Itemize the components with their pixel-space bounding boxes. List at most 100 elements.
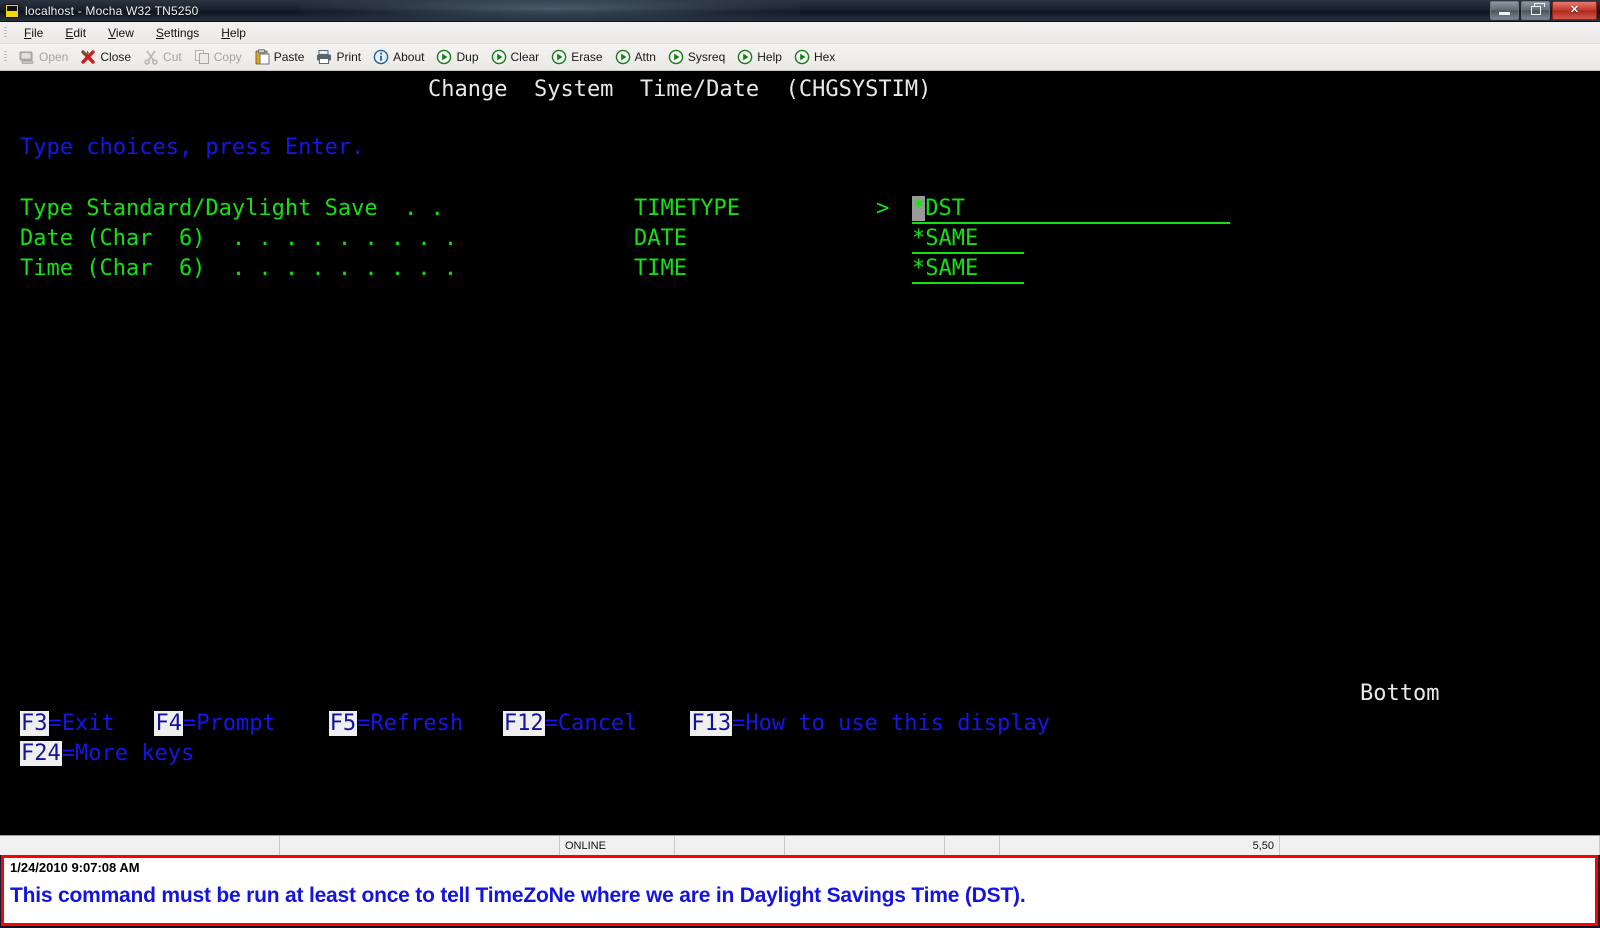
status-cell-4 [785,836,945,855]
menu-item-view[interactable]: View [97,24,145,42]
info-icon [373,49,389,65]
status-cell-3 [675,836,785,855]
input-field-timetype[interactable]: *DST [912,194,1230,224]
toolbar-button-print[interactable]: Print [310,47,367,67]
function-key-f4[interactable]: F4 [154,711,183,736]
function-key-f13[interactable]: F13 [690,711,732,736]
status-connection: ONLINE [560,836,675,855]
screen-title: Change System Time/Date (CHGSYSTIM) [428,75,931,105]
toolbar-button-cut: Cut [137,47,188,67]
field-prompt-date: Date (Char 6) . . . . . . . . . [20,224,457,254]
toolbar-button-sysreq[interactable]: Sysreq [662,47,731,67]
menu-item-help[interactable]: Help [210,24,257,42]
function-key-f5[interactable]: F5 [329,711,358,736]
window-controls: ✕ [1490,1,1597,20]
annotation-callout: 1/24/2010 9:07:08 AM This command must b… [1,855,1598,926]
menu-label-edit: dit [73,26,86,40]
toolbar-button-about[interactable]: About [367,47,430,67]
toolbar-button-label: Cut [163,50,182,64]
toolbar-button-label: About [393,50,424,64]
toolbar-button-label: Paste [274,50,305,64]
annotation-message: This command must be run at least once t… [10,884,1025,908]
minimize-button[interactable] [1490,1,1519,20]
fkey-spacer [463,711,503,736]
fkey-spacer [115,711,155,736]
computer-icon [19,49,35,65]
menu-label-file: ile [31,26,43,40]
toolbar-button-attn[interactable]: Attn [609,47,662,67]
menu-label-help: elp [230,26,246,40]
menu-label-settings: ettings [164,26,199,40]
field-marker-timetype: > [876,194,889,224]
toolbar: Open Close Cut Copy Paste Print About Dup Clear E… [0,44,1600,71]
toolbar-button-hex[interactable]: Hex [788,47,841,67]
toolbar-button-label: Clear [511,50,540,64]
terminal-icon [5,4,19,18]
play-icon [491,49,507,65]
close-x-icon [80,49,96,65]
application-window: localhost - Mocha W32 TN5250 ✕ File Edit… [0,0,1600,928]
terminal-screen[interactable]: Change System Time/Date (CHGSYSTIM) Type… [0,71,1600,835]
menu-label-view: iew [116,26,134,40]
function-key-label-f12: =Cancel [545,711,638,736]
play-icon [436,49,452,65]
status-cursor-position: 5,50 [1000,836,1280,855]
field-prompt-timetype: Type Standard/Daylight Save . . [20,194,444,224]
function-key-f12[interactable]: F12 [503,711,545,736]
toolbar-button-paste[interactable]: Paste [248,47,311,67]
status-cell-0 [0,836,280,855]
toolbar-button-dup[interactable]: Dup [430,47,484,67]
function-keys-row-2: F24=More keys [20,739,194,769]
field-prompt-time: Time (Char 6) . . . . . . . . . [20,254,457,284]
scissors-icon [143,49,159,65]
function-key-label-f5: =Refresh [357,711,463,736]
function-key-f3[interactable]: F3 [20,711,49,736]
close-button[interactable]: ✕ [1552,1,1597,20]
function-key-f24[interactable]: F24 [20,741,62,766]
menu-drag-handle[interactable] [2,25,10,41]
more-indicator: Bottom [1360,679,1439,709]
menu-item-settings[interactable]: Settings [145,24,210,42]
toolbar-button-label: Open [39,50,68,64]
menu-item-edit[interactable]: Edit [54,24,97,42]
window-title: localhost - Mocha W32 TN5250 [25,4,198,18]
restore-button[interactable] [1521,1,1550,20]
menu-bar: File Edit View Settings Help [0,22,1600,44]
title-bar: localhost - Mocha W32 TN5250 ✕ [0,0,1600,22]
play-icon [668,49,684,65]
fkey-spacer [637,711,690,736]
toolbar-button-label: Copy [214,50,242,64]
text-cursor: * [912,196,925,221]
play-icon [551,49,567,65]
status-cell-1 [280,836,560,855]
toolbar-button-erase[interactable]: Erase [545,47,608,67]
printer-icon [316,49,332,65]
annotation-timestamp: 1/24/2010 9:07:08 AM [10,860,140,875]
function-key-label-f4: =Prompt [183,711,276,736]
input-field-time[interactable]: *SAME [912,254,1024,284]
title-bar-glow [300,0,800,22]
function-key-label-f13: =How to use this display [732,711,1050,736]
status-bar: ONLINE 5,50 [0,835,1600,855]
field-keyword-time: TIME [634,254,687,284]
status-cell-5 [945,836,1000,855]
instruction-text: Type choices, press Enter. [20,133,364,163]
toolbar-button-clear[interactable]: Clear [485,47,546,67]
toolbar-button-label: Dup [456,50,478,64]
copy-icon [194,49,210,65]
function-key-label-f24: =More keys [62,741,194,766]
menu-item-file[interactable]: File [13,24,54,42]
status-cell-7 [1280,836,1600,855]
toolbar-button-label: Close [100,50,131,64]
input-field-date[interactable]: *SAME [912,224,1024,254]
field-keyword-date: DATE [634,224,687,254]
toolbar-button-help[interactable]: Help [731,47,788,67]
field-keyword-timetype: TIMETYPE [634,194,740,224]
fkey-spacer [276,711,329,736]
play-icon [615,49,631,65]
input-value-timetype: DST [925,196,965,221]
toolbar-button-close[interactable]: Close [74,47,137,67]
toolbar-drag-handle[interactable] [2,49,10,65]
toolbar-button-label: Sysreq [688,50,725,64]
toolbar-button-label: Attn [635,50,656,64]
